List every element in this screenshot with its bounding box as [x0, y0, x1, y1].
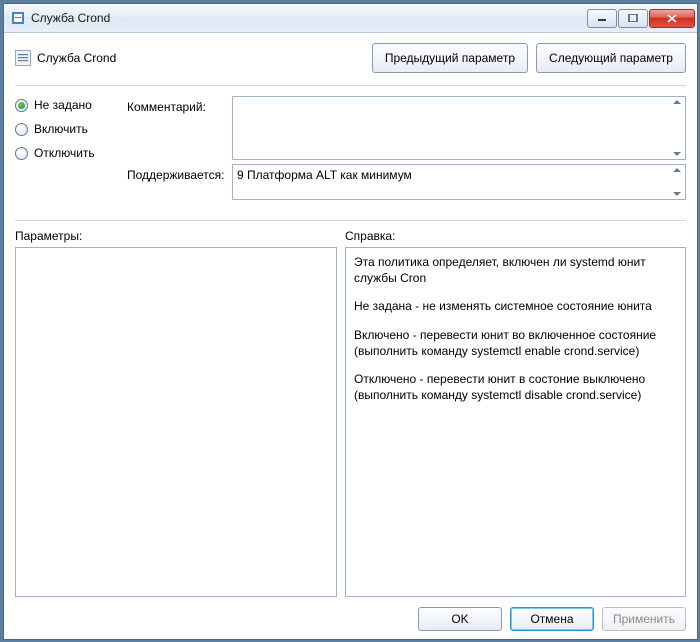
- ok-button[interactable]: OK: [418, 607, 502, 631]
- comment-row: Комментарий:: [127, 96, 686, 160]
- help-text: Отключено - перевести юнит в состоние вы…: [354, 371, 677, 403]
- help-label: Справка:: [345, 229, 686, 243]
- window-controls: [587, 9, 695, 28]
- state-radio-group: Не задано Включить Отключить: [15, 96, 127, 204]
- apply-button[interactable]: Применить: [602, 607, 686, 631]
- page-title: Служба Crond: [37, 51, 364, 65]
- radio-icon: [15, 123, 28, 136]
- supported-label: Поддерживается:: [127, 164, 232, 200]
- supported-display: 9 Платформа ALT как минимум: [232, 164, 686, 200]
- window: Служба Crond: [3, 3, 698, 640]
- help-text: Не задана - не изменять системное состоя…: [354, 298, 677, 314]
- divider: [15, 85, 686, 86]
- help-text: Включено - перевести юнит во включенное …: [354, 327, 677, 359]
- comment-label: Комментарий:: [127, 96, 232, 160]
- parameters-label: Параметры:: [15, 229, 345, 243]
- app-icon: [10, 10, 26, 26]
- chevron-down-icon: [673, 152, 681, 156]
- radio-label: Включить: [34, 122, 88, 136]
- radio-disabled[interactable]: Отключить: [15, 146, 127, 160]
- scroll-arrows[interactable]: [669, 166, 684, 198]
- comment-input[interactable]: [232, 96, 686, 160]
- radio-label: Не задано: [34, 98, 92, 112]
- dialog-buttons: OK Отмена Применить: [15, 607, 686, 631]
- cancel-button[interactable]: Отмена: [510, 607, 594, 631]
- help-panel: Эта политика определяет, включен ли syst…: [345, 247, 686, 597]
- radio-icon: [15, 99, 28, 112]
- chevron-down-icon: [673, 192, 681, 196]
- next-setting-button[interactable]: Следующий параметр: [536, 43, 686, 73]
- settings-icon: [15, 50, 31, 66]
- top-grid: Не задано Включить Отключить Комментарий…: [15, 96, 686, 204]
- maximize-button[interactable]: [618, 9, 648, 28]
- chevron-up-icon: [673, 168, 681, 172]
- supported-row: Поддерживается: 9 Платформа ALT как мини…: [127, 164, 686, 200]
- help-text: Эта политика определяет, включен ли syst…: [354, 254, 677, 286]
- parameters-panel: [15, 247, 337, 597]
- chevron-up-icon: [673, 100, 681, 104]
- panels-row: Эта политика определяет, включен ли syst…: [15, 247, 686, 597]
- radio-enabled[interactable]: Включить: [15, 122, 127, 136]
- window-title: Служба Crond: [31, 11, 587, 25]
- fields-column: Комментарий: Поддерживается: 9 Платформа…: [127, 96, 686, 204]
- previous-setting-button[interactable]: Предыдущий параметр: [372, 43, 528, 73]
- radio-label: Отключить: [34, 146, 95, 160]
- divider: [15, 220, 686, 221]
- client-area: Служба Crond Предыдущий параметр Следующ…: [4, 33, 697, 639]
- close-button[interactable]: [649, 9, 695, 28]
- titlebar[interactable]: Служба Crond: [4, 4, 697, 33]
- header-row: Служба Crond Предыдущий параметр Следующ…: [15, 43, 686, 73]
- section-labels: Параметры: Справка:: [15, 229, 686, 243]
- minimize-button[interactable]: [587, 9, 617, 28]
- radio-icon: [15, 147, 28, 160]
- scroll-arrows[interactable]: [669, 98, 684, 158]
- supported-value: 9 Платформа ALT как минимум: [237, 168, 412, 182]
- radio-not-configured[interactable]: Не задано: [15, 98, 127, 112]
